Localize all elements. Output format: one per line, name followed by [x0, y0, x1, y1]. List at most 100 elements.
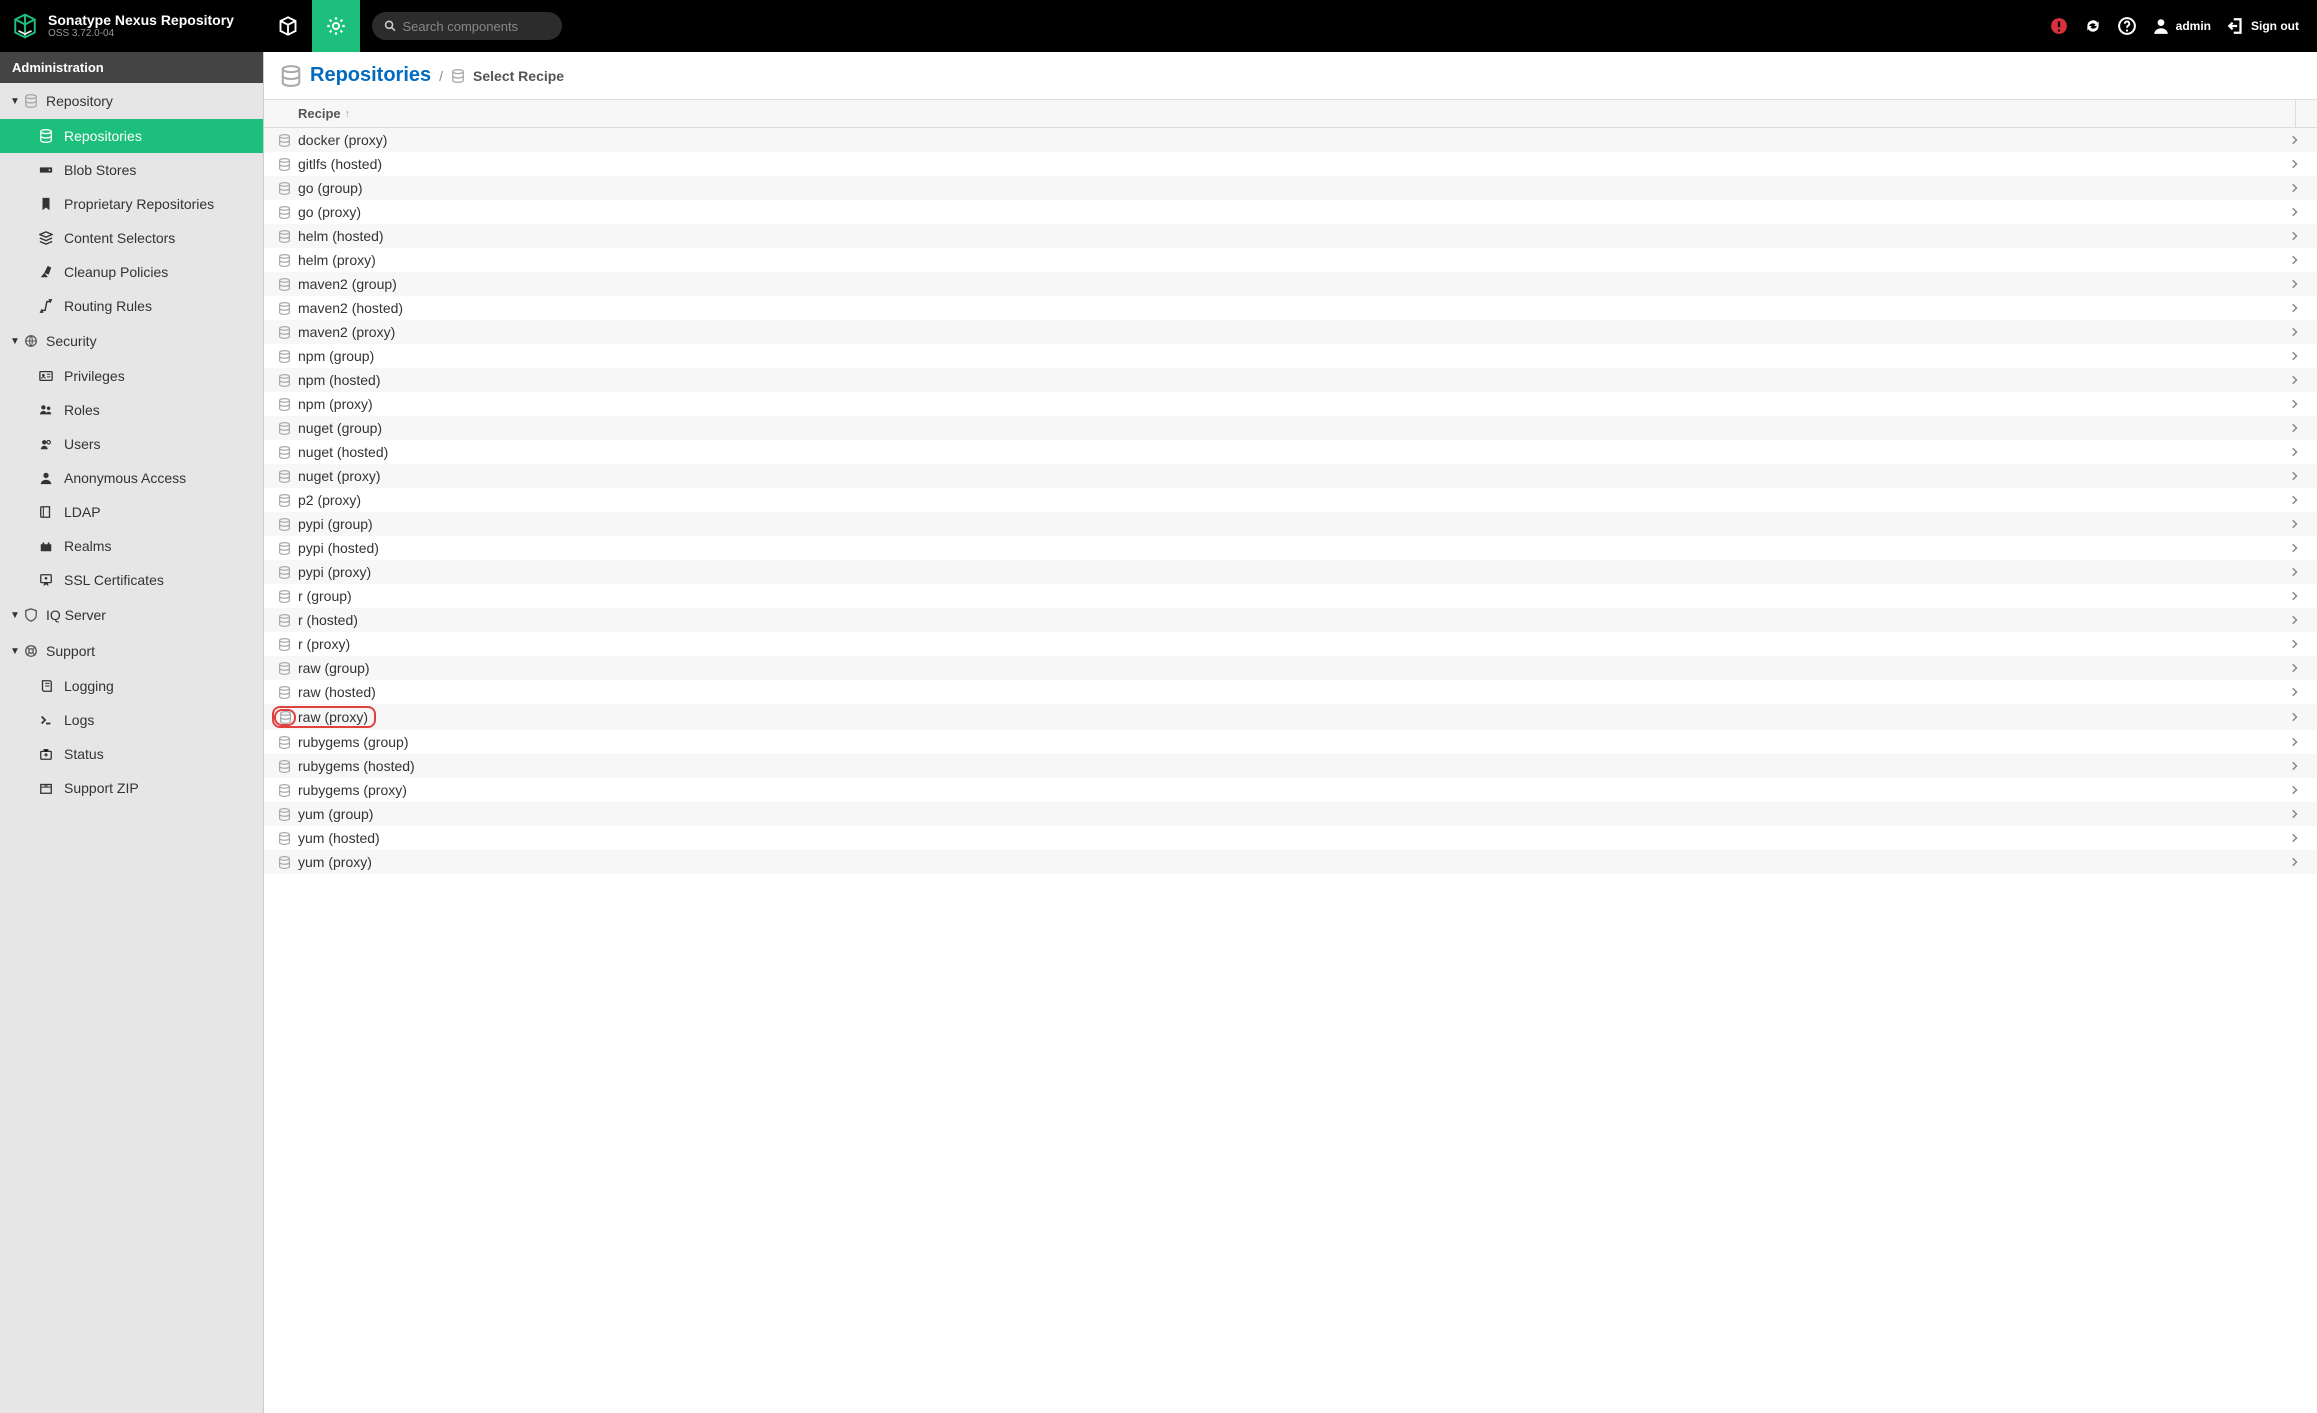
recipe-row[interactable]: pypi (hosted) — [264, 536, 2317, 560]
sidebar-item-label: LDAP — [64, 504, 101, 520]
recipe-row[interactable]: r (group) — [264, 584, 2317, 608]
search-box[interactable] — [372, 12, 562, 40]
chevron-right-icon — [2289, 470, 2307, 482]
refresh-button[interactable] — [2084, 17, 2102, 35]
breadcrumb-repositories-link[interactable]: Repositories — [310, 64, 431, 87]
sidebar-item-support zip[interactable]: Support ZIP — [0, 771, 263, 805]
sidebar-item-privileges[interactable]: Privileges — [0, 359, 263, 393]
recipe-row[interactable]: raw (group) — [264, 656, 2317, 680]
recipe-label: pypi (hosted) — [294, 540, 2289, 556]
column-menu-handle[interactable] — [2295, 100, 2317, 127]
sidebar-group-iq server[interactable]: ▼ IQ Server — [0, 597, 263, 633]
sidebar-item-ldap[interactable]: LDAP — [0, 495, 263, 529]
sidebar-group-security[interactable]: ▼ Security — [0, 323, 263, 359]
recipe-row[interactable]: npm (group) — [264, 344, 2317, 368]
sidebar-item-cleanup policies[interactable]: Cleanup Policies — [0, 255, 263, 289]
health-alert-icon[interactable] — [2050, 17, 2068, 35]
sidebar-group-label: Support — [46, 643, 95, 659]
recipe-row[interactable]: rubygems (proxy) — [264, 778, 2317, 802]
sidebar-item-logs[interactable]: Logs — [0, 703, 263, 737]
brand: Sonatype Nexus Repository OSS 3.72.0-04 — [0, 13, 264, 39]
sidebar-item-ssl certificates[interactable]: SSL Certificates — [0, 563, 263, 597]
idcard-icon — [36, 369, 56, 383]
sidebar-item-status[interactable]: Status — [0, 737, 263, 771]
sidebar-item-users[interactable]: Users — [0, 427, 263, 461]
recipe-row[interactable]: r (hosted) — [264, 608, 2317, 632]
db-icon — [274, 374, 294, 387]
db-icon — [274, 302, 294, 315]
recipe-row[interactable]: rubygems (hosted) — [264, 754, 2317, 778]
signout-icon — [2227, 17, 2245, 35]
recipe-row[interactable]: yum (group) — [264, 802, 2317, 826]
db-icon — [274, 832, 294, 845]
sidebar-item-repositories[interactable]: Repositories — [0, 119, 263, 153]
sidebar-item-label: Routing Rules — [64, 298, 152, 314]
chevron-right-icon — [2289, 736, 2307, 748]
sidebar-item-logging[interactable]: Logging — [0, 669, 263, 703]
recipe-row[interactable]: nuget (group) — [264, 416, 2317, 440]
column-header-label: Recipe — [298, 106, 341, 121]
recipe-row[interactable]: r (proxy) — [264, 632, 2317, 656]
sidebar-item-blob stores[interactable]: Blob Stores — [0, 153, 263, 187]
chevron-right-icon — [2289, 254, 2307, 266]
user-label: admin — [2176, 19, 2211, 33]
db-icon — [274, 446, 294, 459]
recipe-row[interactable]: raw (proxy) — [264, 704, 2317, 730]
search-icon — [384, 19, 396, 33]
admin-mode-button[interactable] — [312, 0, 360, 52]
search-input[interactable] — [402, 19, 550, 34]
recipe-label: rubygems (hosted) — [294, 758, 2289, 774]
sidebar-group-support[interactable]: ▼ Support — [0, 633, 263, 669]
recipe-label: maven2 (proxy) — [294, 324, 2289, 340]
chevron-right-icon — [2289, 638, 2307, 650]
recipe-row[interactable]: nuget (hosted) — [264, 440, 2317, 464]
recipe-row[interactable]: pypi (proxy) — [264, 560, 2317, 584]
sidebar-item-routing rules[interactable]: Routing Rules — [0, 289, 263, 323]
db-icon — [274, 494, 294, 507]
recipe-row[interactable]: go (group) — [264, 176, 2317, 200]
sidebar-item-label: Privileges — [64, 368, 125, 384]
recipe-row[interactable]: go (proxy) — [264, 200, 2317, 224]
sidebar-item-proprietary repositories[interactable]: Proprietary Repositories — [0, 187, 263, 221]
user-menu[interactable]: admin — [2152, 17, 2211, 35]
recipe-row[interactable]: docker (proxy) — [264, 128, 2317, 152]
recipe-row[interactable]: maven2 (group) — [264, 272, 2317, 296]
recipe-row[interactable]: helm (hosted) — [264, 224, 2317, 248]
sidebar-item-realms[interactable]: Realms — [0, 529, 263, 563]
db-icon — [274, 808, 294, 821]
sidebar-item-label: Blob Stores — [64, 162, 136, 178]
recipe-row[interactable]: gitlfs (hosted) — [264, 152, 2317, 176]
db-icon — [274, 736, 294, 749]
recipe-row[interactable]: npm (proxy) — [264, 392, 2317, 416]
recipe-row[interactable]: maven2 (proxy) — [264, 320, 2317, 344]
db-icon — [274, 856, 294, 869]
recipe-row[interactable]: p2 (proxy) — [264, 488, 2317, 512]
sidebar-group-repository[interactable]: ▼ Repository — [0, 83, 263, 119]
recipe-row[interactable]: npm (hosted) — [264, 368, 2317, 392]
header-mode-nav — [264, 0, 360, 52]
sidebar-item-anonymous access[interactable]: Anonymous Access — [0, 461, 263, 495]
recipe-row[interactable]: helm (proxy) — [264, 248, 2317, 272]
db-icon — [36, 129, 56, 143]
recipe-row[interactable]: pypi (group) — [264, 512, 2317, 536]
chevron-right-icon — [2289, 446, 2307, 458]
recipe-row[interactable]: nuget (proxy) — [264, 464, 2317, 488]
db-icon — [274, 206, 294, 219]
recipe-row[interactable]: rubygems (group) — [264, 730, 2317, 754]
recipe-row[interactable]: yum (hosted) — [264, 826, 2317, 850]
db-icon — [274, 686, 294, 699]
recipe-row[interactable]: maven2 (hosted) — [264, 296, 2317, 320]
recipe-row[interactable]: yum (proxy) — [264, 850, 2317, 874]
sidebar-item-content selectors[interactable]: Content Selectors — [0, 221, 263, 255]
column-header-recipe[interactable]: Recipe ↑ — [264, 100, 2317, 128]
chevron-right-icon — [2289, 686, 2307, 698]
chevron-right-icon — [2289, 302, 2307, 314]
sidebar-item-roles[interactable]: Roles — [0, 393, 263, 427]
recipe-row[interactable]: raw (hosted) — [264, 680, 2317, 704]
signout-button[interactable]: Sign out — [2227, 17, 2299, 35]
chevron-right-icon — [2289, 662, 2307, 674]
highlighted-recipe: raw (proxy) — [274, 708, 374, 726]
recipe-label: yum (group) — [294, 806, 2289, 822]
help-button[interactable] — [2118, 17, 2136, 35]
browse-mode-button[interactable] — [264, 0, 312, 52]
